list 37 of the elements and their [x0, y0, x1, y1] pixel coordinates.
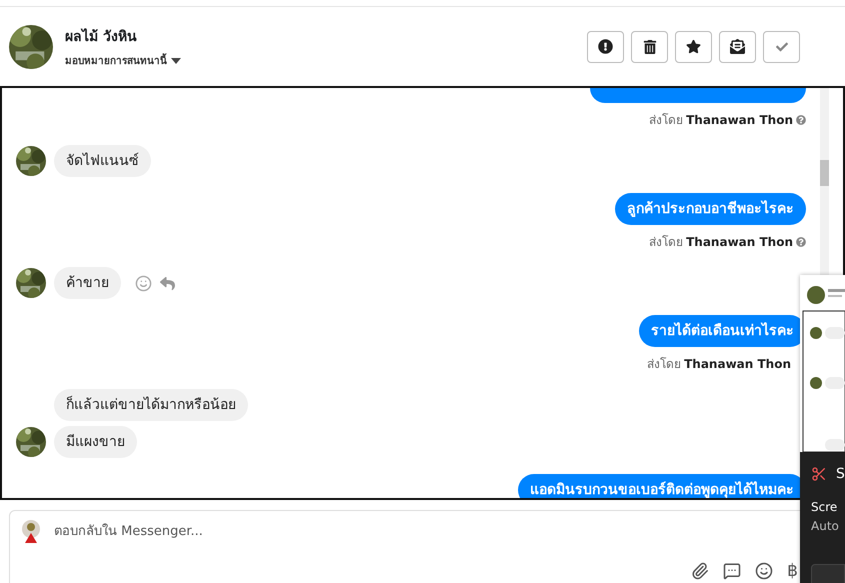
sent-by-label: ส่งโดย — [649, 112, 684, 129]
sent-by-label: ส่งโดย — [647, 356, 682, 373]
scrollbar-thumb[interactable] — [820, 160, 829, 186]
notification-text: Auto — [811, 518, 840, 535]
chat-icon[interactable] — [723, 562, 742, 580]
star-button[interactable] — [675, 30, 712, 62]
sender-name: Thanawan Thon — [686, 234, 793, 248]
envelope-icon — [730, 39, 745, 54]
trash-icon — [642, 40, 656, 54]
message-bubble: ก็แล้วแต่ขายได้มากหรือน้อย — [54, 389, 248, 421]
sender-name: Thanawan Thon — [686, 112, 793, 126]
alert-button[interactable] — [587, 30, 624, 62]
check-button[interactable] — [763, 30, 800, 62]
contact-name: ผลไม้ วังหิน — [65, 27, 138, 47]
notification-title: S — [836, 466, 845, 482]
help-icon[interactable] — [796, 236, 806, 246]
check-icon — [776, 40, 788, 52]
alert-icon — [598, 39, 613, 54]
sender-name: Thanawan Thon — [684, 356, 791, 370]
star-icon — [686, 39, 701, 54]
caret-icon[interactable] — [171, 58, 181, 64]
reply-icon[interactable] — [160, 276, 175, 290]
message-bubble: ค้าขาย — [54, 267, 121, 299]
avatar-icon — [20, 519, 42, 543]
message-bubble: มีแผงขาย — [54, 426, 137, 458]
paperclip-icon[interactable] — [691, 562, 710, 580]
message-bubble: ลูกค้าประกอบอาชีพอะไรคะ — [615, 193, 806, 225]
message-bubble: จัดไฟแนนซ์ — [54, 145, 151, 177]
envelope-button[interactable] — [719, 30, 756, 62]
currency-button[interactable]: ฿ — [787, 561, 798, 581]
assign-conversation-link[interactable]: มอบหมายการสนทนานี้ — [65, 53, 167, 68]
help-icon[interactable] — [796, 114, 806, 124]
notification-text: Scre — [811, 499, 838, 516]
smiley-icon[interactable] — [755, 562, 774, 580]
delete-button[interactable] — [631, 30, 668, 62]
sent-by-label: ส่งโดย — [649, 234, 684, 251]
scissors-icon — [811, 466, 827, 482]
